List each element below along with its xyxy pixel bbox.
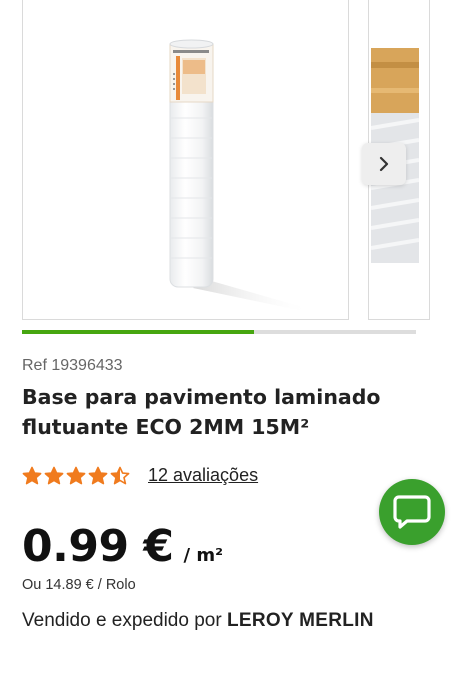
star-icon [88, 466, 108, 484]
reviews-link[interactable]: 12 avaliações [148, 465, 258, 486]
product-roll-image [169, 39, 313, 310]
carousel-next-button[interactable] [362, 143, 406, 185]
product-title-line-1: Base para pavimento laminado [22, 385, 381, 409]
seller-prefix: Vendido e expedido por [22, 610, 222, 631]
price-value: 0.99 € [22, 521, 174, 572]
product-image-main[interactable] [22, 0, 349, 320]
star-icon [44, 466, 64, 484]
rating-stars [22, 466, 130, 486]
carousel-progress [22, 330, 416, 334]
chevron-right-icon [379, 156, 389, 172]
image-carousel[interactable] [0, 0, 458, 340]
star-icon [66, 466, 86, 484]
carousel-progress-fill [22, 330, 255, 334]
product-title: Base para pavimento laminado flutuante E… [22, 382, 422, 442]
star-icon [110, 466, 130, 484]
product-rating: 12 avaliações [22, 465, 258, 486]
chat-bubble-icon [393, 495, 431, 529]
seller-info: Vendido e expedido por LEROY MERLIN [22, 610, 374, 632]
price-unit: / m² [183, 545, 223, 566]
price-block: 0.99 € / m² [22, 521, 223, 572]
product-title-line-2: flutuante ECO 2MM 15M² [22, 415, 310, 439]
seller-name: LEROY MERLIN [226, 610, 374, 631]
product-ref: Ref 19396433 [22, 357, 123, 374]
price-per-roll: Ou 14.89 € / Rolo [22, 577, 136, 593]
star-icon [22, 466, 42, 484]
chat-button[interactable] [379, 479, 445, 545]
